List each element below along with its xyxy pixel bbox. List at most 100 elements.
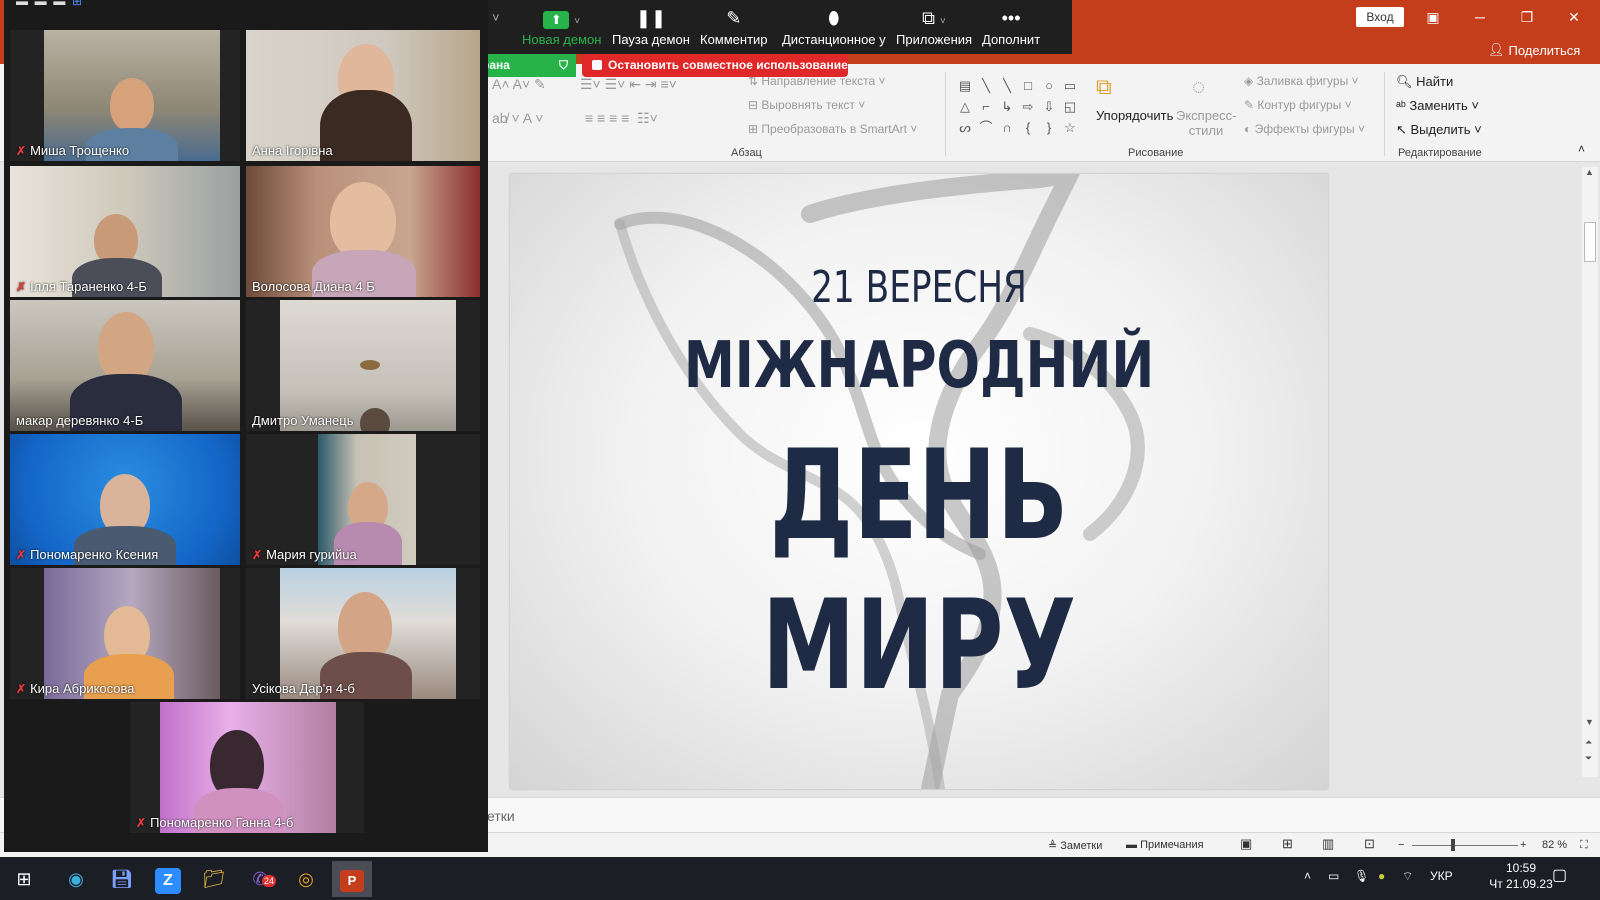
remote-control-button[interactable]: ⬮ Дистанционное у (782, 4, 886, 47)
zoom-app-icon[interactable]: Z (148, 861, 188, 897)
participant-tile[interactable]: Усікова Дар'я 4-б (246, 568, 480, 699)
slideshow-icon[interactable]: ⊡ (1364, 836, 1375, 852)
apps-button[interactable]: ⧉ ˅ Приложения (896, 4, 972, 47)
mouse-icon: ⬮ (828, 8, 840, 28)
microphone-icon[interactable]: 🎙︎ (1354, 869, 1369, 883)
close-icon[interactable]: ✕ (1554, 6, 1594, 28)
participant-tile[interactable]: ✗ Кира Абрикосова (10, 568, 240, 699)
slide-title-line3: МИРУ (761, 574, 1077, 718)
notifications-icon[interactable]: ▢ (1552, 865, 1567, 885)
save-disk-icon[interactable]: 💾︎ (102, 861, 142, 897)
login-button[interactable]: Вход (1356, 7, 1404, 27)
group-label-editing: Редактирование (1398, 147, 1482, 159)
zoom-slider[interactable] (1412, 845, 1518, 846)
clock[interactable]: 10:59 Чт 21.09.23 (1486, 861, 1556, 891)
align-icons[interactable]: ≡ ≡ ≡ ≡ ☷˅ (585, 110, 658, 127)
zoom-in-icon[interactable]: + (1520, 839, 1526, 851)
new-share-button[interactable]: ⬆ ˅ Новая демон (522, 4, 601, 47)
next-slide-icon[interactable]: ⏷ (1585, 753, 1592, 764)
participant-name-label: ✗ Ілля Тараненко 4-Б (16, 279, 147, 294)
zoom-slider-thumb[interactable] (1451, 839, 1455, 851)
quick-styles-button[interactable]: Экспресс-стили (1176, 108, 1237, 138)
muted-mic-icon: ✗ (136, 815, 147, 830)
participant-tile[interactable]: ✗ Пономаренко Ганна 4-б (130, 702, 364, 833)
list-icons[interactable]: ☰˅ ☰˅ ⇤ ⇥ ≡˅ (580, 76, 677, 93)
share-button[interactable]: 👤︎ Поделиться (1488, 42, 1580, 58)
viber-icon[interactable]: ✆ 24 (240, 861, 280, 897)
participant-name-label: макар деревянко 4-Б (16, 413, 144, 428)
collapse-chevron-icon[interactable]: ˅ (492, 10, 500, 25)
participant-tile[interactable]: ✗ Ілля Тараненко 4-Б (10, 166, 240, 297)
remote-control-label: Дистанционное у (782, 32, 886, 47)
participant-tile[interactable]: ✗ Миша Трощенко (10, 30, 240, 161)
pause-icon: ❚❚ (635, 8, 667, 28)
slide-title-line2: ДЕНЬ (769, 424, 1069, 568)
muted-mic-icon: ✗ (16, 547, 27, 562)
clock-time: 10:59 (1505, 861, 1537, 875)
zoom-out-icon[interactable]: − (1398, 839, 1404, 851)
align-text-button[interactable]: ⊟ Выровнять текст ˅ (748, 98, 865, 112)
participant-tile[interactable]: макар деревянко 4-Б (10, 300, 240, 431)
participant-video (280, 300, 456, 431)
shapes-gallery[interactable]: ▤ ╲ ╲ □ ○ ▭ △ ⌐ ↳ ⇨ ⇩ ◱ ᔕ ⌒ ∩{} ☆ (955, 76, 1083, 136)
participant-video (10, 300, 240, 431)
slide-sorter-icon[interactable]: ⊞ (1282, 836, 1293, 852)
collapse-ribbon-icon[interactable]: ˄ (1578, 142, 1585, 156)
language-indicator[interactable]: УКР (1430, 869, 1453, 883)
participant-tile[interactable]: Дмитро Уманець (246, 300, 480, 431)
battery-icon[interactable]: ▭ (1328, 869, 1339, 883)
ribbon-display-icon[interactable]: ▣ (1413, 6, 1453, 28)
shape-outline-button[interactable]: ✎ Контур фигуры ˅ (1244, 98, 1352, 112)
ribbon-separator (1384, 72, 1385, 156)
file-explorer-icon[interactable]: 📁︎ (194, 861, 234, 897)
clock-date: Чт 21.09.23 (1489, 877, 1553, 891)
vertical-scrollbar[interactable]: ▲ ▼ ⏶ ⏷ (1582, 167, 1598, 777)
restore-icon[interactable]: ❐ (1507, 6, 1547, 28)
font-size-icons[interactable]: A˄ A˅ ✎ (492, 76, 546, 93)
shape-fill-button[interactable]: ◈ Заливка фигуры ˅ (1244, 74, 1359, 88)
find-button[interactable]: 🔍︎ Найти (1396, 74, 1453, 90)
scroll-down-icon[interactable]: ▼ (1585, 717, 1594, 727)
fit-slide-icon[interactable]: ⛶ (1580, 839, 1588, 852)
participant-tile[interactable]: Анна Ігорівна (246, 30, 480, 161)
show-hidden-icons[interactable]: ˄ (1304, 869, 1311, 883)
share-up-icon: ⬆ ˅ (522, 4, 601, 32)
chrome-icon[interactable]: ◎ (286, 861, 326, 897)
comments-button[interactable]: ▬ Примечания (1126, 839, 1204, 851)
stop-share-button[interactable]: Остановить совместное использование (582, 54, 848, 77)
participant-tile-active-speaker[interactable]: ✗ Пономаренко Ксения (10, 434, 240, 565)
annotate-button[interactable]: ✎ Комментир (700, 4, 768, 47)
replace-button[interactable]: ᵃᵇ Заменить ˅ (1396, 98, 1479, 113)
smartart-button[interactable]: ⊞ Преобразовать в SmartArt ˅ (748, 122, 917, 136)
sharing-screen-indicator[interactable]: рана ⛉ (478, 54, 576, 77)
more-label: Дополнит (982, 32, 1041, 47)
powerpoint-app-icon[interactable]: P (332, 861, 372, 897)
tray-app-icon[interactable]: ● (1378, 869, 1385, 883)
windows-taskbar: ⊞ ◉ 💾︎ Z 📁︎ ✆ 24 ◎ P ˄ ▭ 🎙︎ ● ⌔ УКР 10:59… (0, 857, 1600, 900)
shape-effects-button[interactable]: ◐ Эффекты фигуры ˅ (1244, 122, 1365, 136)
arrange-icon: ⧉ (1096, 74, 1112, 99)
participant-tile[interactable]: Волосова Диана 4 Б (246, 166, 480, 297)
wifi-icon[interactable]: ⌔ (1402, 869, 1413, 884)
scroll-up-icon[interactable]: ▲ (1585, 167, 1594, 177)
windows-start-icon[interactable]: ⊞ (4, 861, 44, 897)
more-button[interactable]: ••• Дополнит (982, 4, 1040, 47)
person-icon: 👤︎ (1488, 42, 1505, 57)
arrange-button[interactable]: Упорядочить (1096, 108, 1173, 123)
normal-view-icon[interactable]: ▣ (1240, 836, 1252, 852)
minimize-icon[interactable]: ─ (1460, 6, 1500, 28)
gallery-window-controls[interactable]: ▬ ▬ ▬ ⊞ (16, 0, 82, 8)
current-slide[interactable]: 21 ВЕРЕСНЯ МІЖНАРОДНИЙ ДЕНЬ МИРУ (510, 174, 1328, 789)
scrollbar-thumb[interactable] (1584, 222, 1596, 262)
prev-slide-icon[interactable]: ⏶ (1585, 737, 1592, 748)
participant-tile[interactable]: ✗ Мария гурийuа (246, 434, 480, 565)
zoom-level[interactable]: 82 % (1542, 839, 1567, 851)
select-button[interactable]: ↖ Выделить ˅ (1396, 122, 1482, 138)
notification-badge: 24 (262, 875, 277, 887)
font-color-icons[interactable]: ab̸ ˅ A ˅ (492, 110, 543, 126)
notes-toggle-button[interactable]: ≜ Заметки (1048, 839, 1102, 852)
edge-browser-icon[interactable]: ◉ (56, 861, 96, 897)
reading-view-icon[interactable]: ▥ (1322, 836, 1334, 852)
notes-placeholder: етки (487, 808, 515, 824)
pause-share-button[interactable]: ❚❚ Пауза демон (612, 4, 690, 47)
